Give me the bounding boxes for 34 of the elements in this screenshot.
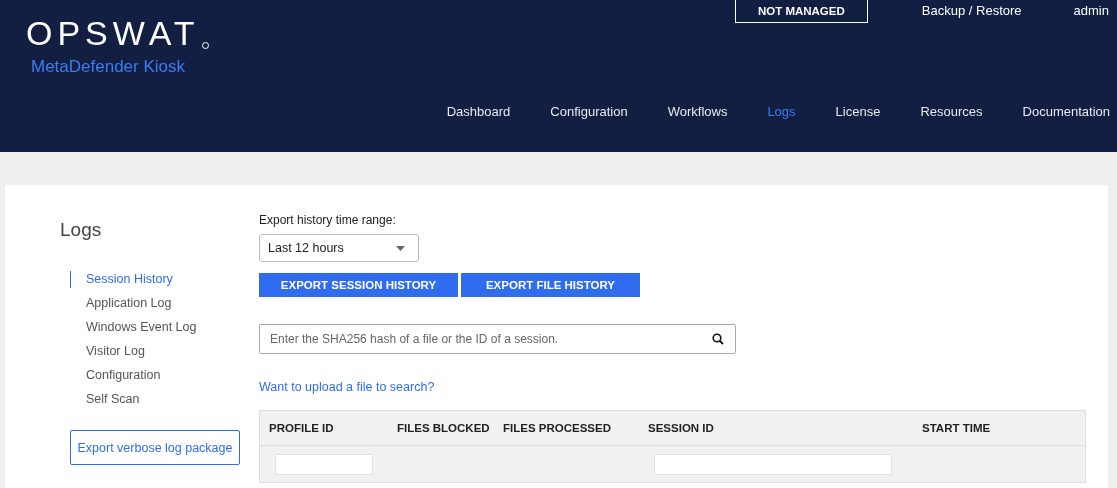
nav-tab[interactable]: License — [835, 104, 881, 119]
status-badge: NOT MANAGED — [734, 0, 868, 23]
search-icon[interactable] — [712, 333, 724, 345]
sidebar-item[interactable]: Configuration — [70, 367, 259, 384]
header-link[interactable]: admin — [1073, 3, 1109, 18]
search-field[interactable]: Enter the SHA256 hash of a file or the ID of a session. — [259, 324, 736, 354]
column-header: FILES PROCESSED — [502, 422, 612, 434]
sidebar-title: Logs — [60, 219, 103, 241]
logo-text: OPSWAT — [26, 14, 200, 53]
export-button[interactable]: EXPORT FILE HISTORY — [461, 273, 640, 297]
sidebar-item[interactable]: Application Log — [70, 295, 259, 312]
export-log-button[interactable]: Export verbose log package — [70, 430, 240, 465]
field-label: Export history time range: — [259, 213, 397, 227]
column-header: FILES BLOCKED — [396, 422, 491, 434]
column-header: PROFILE ID — [268, 422, 335, 434]
header-link[interactable]: Backup / Restore — [921, 3, 1022, 18]
filter-field[interactable] — [275, 453, 373, 475]
nav-tab[interactable]: Dashboard — [446, 104, 511, 119]
nav-tab[interactable]: Workflows — [667, 104, 728, 119]
nav-tab[interactable]: Configuration — [550, 104, 628, 119]
nav-tab[interactable]: Resources — [920, 104, 983, 119]
export-button[interactable]: EXPORT SESSION HISTORY — [259, 273, 458, 297]
product-name: MetaDefender Kiosk — [31, 57, 187, 77]
caret-icon — [396, 245, 405, 251]
sidebar-item[interactable]: Self Scan — [70, 391, 259, 408]
nav-tab[interactable]: Logs — [767, 104, 796, 119]
sidebar-item[interactable]: Visitor Log — [70, 343, 259, 360]
column-header: START TIME — [921, 422, 992, 434]
upload-link[interactable]: Want to upload a file to search? — [259, 380, 435, 394]
sidebar-item[interactable]: Windows Event Log — [70, 319, 259, 336]
column-header: SESSION ID — [647, 422, 715, 434]
nav-tab[interactable]: Documentation — [1022, 104, 1110, 119]
time-range-dropdown[interactable]: Last 12 hours — [259, 234, 419, 262]
filter-field[interactable] — [654, 453, 892, 475]
